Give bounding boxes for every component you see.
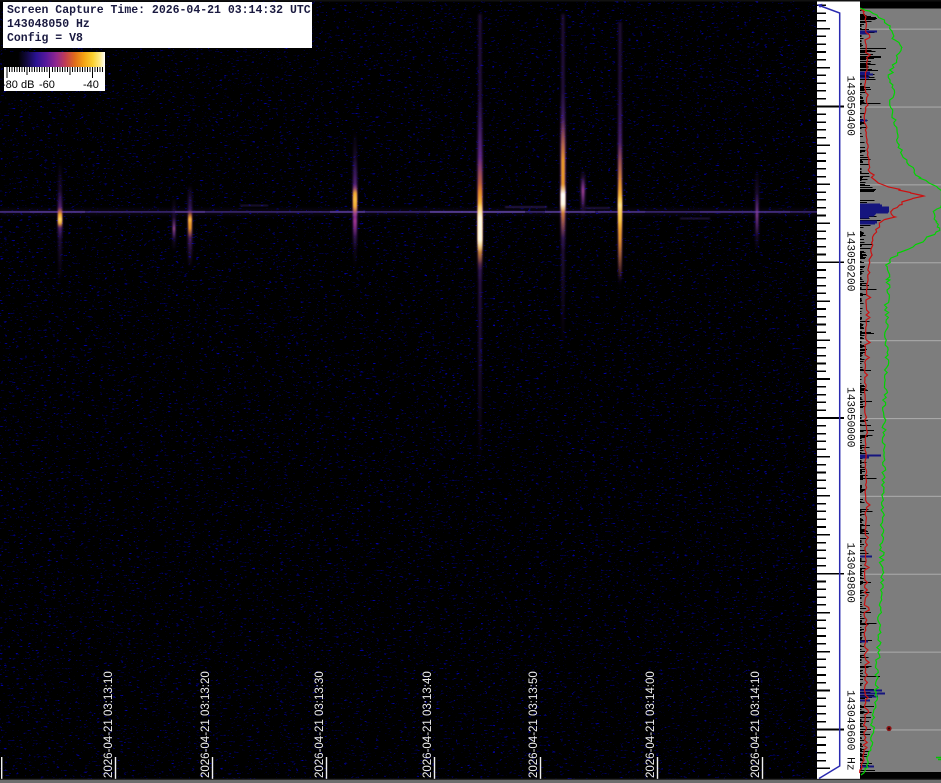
- svg-text:143049600 Hz: 143049600 Hz: [844, 690, 856, 771]
- svg-text:143050400: 143050400: [844, 76, 856, 137]
- svg-text:143050000: 143050000: [844, 387, 856, 448]
- svg-text:2026-04-21 03:13:50: 2026-04-21 03:13:50: [528, 671, 540, 778]
- svg-text:2026-04-21 03:14:10: 2026-04-21 03:14:10: [750, 671, 762, 778]
- svg-text:2026-04-21 03:13:30: 2026-04-21 03:13:30: [314, 671, 326, 778]
- svg-text:2026-04-21 03:13:40: 2026-04-21 03:13:40: [422, 671, 434, 778]
- svg-text:2026-04-21 03:13:10: 2026-04-21 03:13:10: [103, 671, 115, 778]
- svg-text:143050200: 143050200: [844, 231, 856, 292]
- svg-text:2026-04-21 03:13:20: 2026-04-21 03:13:20: [200, 671, 212, 778]
- svg-text:143049800: 143049800: [844, 543, 856, 604]
- svg-text:2026-04-21 03:14:00: 2026-04-21 03:14:00: [645, 671, 657, 778]
